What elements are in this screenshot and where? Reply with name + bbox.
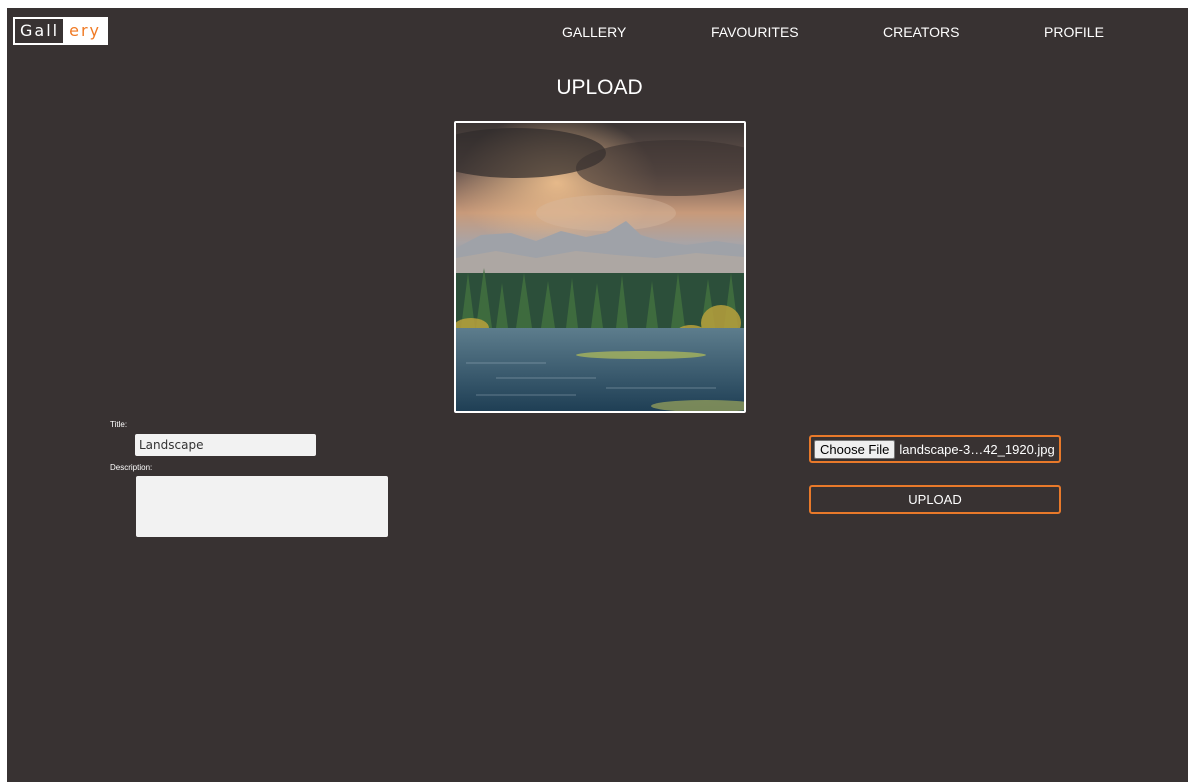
gallery-logo[interactable]: Gall ery [13,17,108,45]
title-input[interactable] [135,434,316,456]
logo-text-ery: ery [65,17,108,45]
logo-text-gall: Gall [13,17,66,45]
title-label: Title: [110,420,128,429]
selected-file-name: landscape-3…42_1920.jpg [899,441,1055,457]
file-chooser[interactable]: Choose File landscape-3…42_1920.jpg [809,435,1061,463]
choose-file-button[interactable]: Choose File [814,439,896,459]
landscape-photo-icon [456,123,744,411]
nav-creators[interactable]: CREATORS [883,24,960,40]
description-input[interactable] [136,476,388,537]
upload-button[interactable]: UPLOAD [809,485,1061,514]
description-label: Description: [110,463,153,472]
nav-profile[interactable]: PROFILE [1044,24,1104,40]
nav-favourites[interactable]: FAVOURITES [711,24,799,40]
page-title: UPLOAD [556,76,643,99]
image-preview [454,121,746,413]
nav-gallery[interactable]: GALLERY [562,24,626,40]
app-window: Gall ery GALLERY FAVOURITES CREATORS PRO… [7,8,1188,782]
